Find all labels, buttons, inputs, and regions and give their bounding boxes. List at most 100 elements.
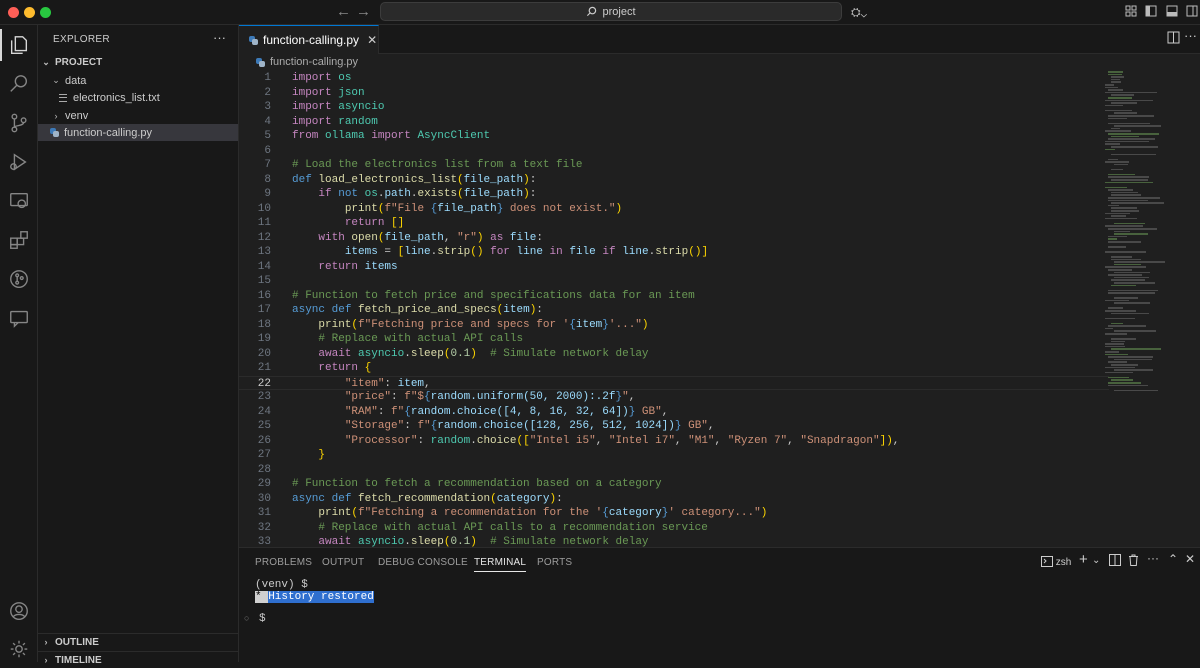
code-line[interactable]: 25 "Storage": f"{random.choice([128, 256…: [239, 419, 1109, 434]
code-line[interactable]: 9 if not os.path.exists(file_path):: [239, 187, 1109, 202]
close-panel-icon[interactable]: ✕: [1185, 552, 1195, 566]
code-line[interactable]: 17 async def fetch_price_and_specs(item):: [239, 303, 1109, 318]
trash-icon[interactable]: [1128, 554, 1139, 569]
file-electronics-list[interactable]: electronics_list.txt: [38, 89, 238, 106]
minimap-line: [1108, 228, 1157, 230]
minimap-line: [1111, 379, 1134, 381]
close-window-button[interactable]: [8, 7, 19, 18]
code-line[interactable]: 29 # Function to fetch a recommendation b…: [239, 477, 1109, 492]
tab-terminal[interactable]: TERMINAL: [474, 557, 527, 572]
code-line[interactable]: 6: [239, 144, 1109, 159]
more-actions-icon[interactable]: ···: [213, 30, 226, 45]
git-graph-icon[interactable]: [7, 267, 31, 291]
code-editor[interactable]: 1 import os 2 import json 3 import asyncio 4 im…: [239, 71, 1109, 547]
search-icon[interactable]: [7, 72, 31, 96]
minimap-line: [1105, 143, 1120, 145]
code-line[interactable]: 18 print(f"Fetching price and specs for …: [239, 318, 1109, 333]
more-actions-icon[interactable]: ···: [1184, 28, 1197, 43]
code-line[interactable]: 19 # Replace with actual API calls: [239, 332, 1109, 347]
tab-debug-console[interactable]: DEBUG CONSOLE: [378, 557, 468, 568]
code-line[interactable]: 12 with open(file_path, "r") as file:: [239, 231, 1109, 246]
code-line[interactable]: 1 import os: [239, 71, 1109, 86]
source-control-icon[interactable]: [7, 111, 31, 135]
toggle-secondary-sidebar-icon[interactable]: [1186, 5, 1198, 20]
code-line[interactable]: 14 return items: [239, 260, 1109, 275]
code-line[interactable]: 26 "Processor": random.choice(["Intel i5…: [239, 434, 1109, 449]
code-line[interactable]: 7 # Load the electronics list from a text…: [239, 158, 1109, 173]
forward-arrow-icon[interactable]: →: [356, 3, 371, 20]
maximize-window-button[interactable]: [40, 7, 51, 18]
remote-explorer-icon[interactable]: [7, 189, 31, 213]
folder-data[interactable]: ⌄ data: [38, 72, 238, 89]
tab-output[interactable]: OUTPUT: [322, 557, 364, 568]
code-line[interactable]: 4 import random: [239, 115, 1109, 130]
code-text: "RAM": f"{random.choice([4, 8, 16, 32, 6…: [344, 405, 669, 418]
minimap-line: [1108, 356, 1153, 358]
timeline-section[interactable]: › TIMELINE: [38, 651, 238, 668]
code-line[interactable]: 5 from ollama import AsyncClient: [239, 129, 1109, 144]
code-line[interactable]: 8 def load_electronics_list(file_path):: [239, 173, 1109, 188]
code-text: await asyncio.sleep(0.1) # Simulate netw…: [318, 347, 649, 360]
copilot-icon[interactable]: ⛭⌄: [851, 5, 867, 20]
code-line[interactable]: 2 import json: [239, 86, 1109, 101]
new-terminal-button[interactable]: +: [1079, 551, 1088, 568]
manage-gear-icon[interactable]: [7, 637, 31, 661]
code-line[interactable]: 3 import asyncio: [239, 100, 1109, 115]
tab-function-calling[interactable]: function-calling.py ✕: [239, 25, 379, 54]
minimap-line: [1114, 358, 1153, 361]
extensions-icon[interactable]: [7, 228, 31, 252]
folder-venv[interactable]: › venv: [38, 107, 238, 124]
code-line[interactable]: 10 print(f"File {file_path} does not exi…: [239, 202, 1109, 217]
terminal-shell-selector[interactable]: zsh: [1041, 556, 1071, 568]
code-line[interactable]: 11 return []: [239, 216, 1109, 231]
maximize-panel-icon[interactable]: ⌃: [1168, 552, 1178, 566]
minimap-line: [1108, 204, 1120, 207]
folder-project[interactable]: ⌄ PROJECT: [38, 54, 238, 71]
file-function-calling[interactable]: function-calling.py: [38, 124, 238, 141]
toggle-primary-sidebar-icon[interactable]: [1145, 5, 1157, 20]
split-editor-icon[interactable]: [1167, 31, 1180, 47]
run-and-debug-icon[interactable]: [7, 150, 31, 174]
code-line[interactable]: 33 await asyncio.sleep(0.1) # Simulate n…: [239, 535, 1109, 547]
tab-problems[interactable]: PROBLEMS: [255, 557, 312, 568]
toggle-panel-icon[interactable]: [1166, 5, 1178, 20]
code-line[interactable]: 15: [239, 274, 1109, 289]
tab-ports[interactable]: PORTS: [537, 557, 572, 568]
code-line[interactable]: 13 items = [line.strip() for line in fil…: [239, 245, 1109, 260]
back-arrow-icon[interactable]: ←: [336, 3, 351, 20]
code-line[interactable]: 28: [239, 463, 1109, 478]
code-line[interactable]: 24 "RAM": f"{random.choice([4, 8, 16, 32…: [239, 405, 1109, 420]
code-line[interactable]: 23 "price": f"${random.uniform(50, 2000)…: [239, 390, 1109, 405]
terminal-prompt-line[interactable]: ○ $: [244, 613, 266, 625]
code-line[interactable]: 20 await asyncio.sleep(0.1) # Simulate n…: [239, 347, 1109, 362]
minimap-line: [1105, 333, 1127, 335]
code-line[interactable]: 21 return {: [239, 361, 1109, 376]
code-line[interactable]: 22 "item": item,: [239, 375, 1109, 390]
minimap-line: [1114, 222, 1146, 225]
code-line[interactable]: 30 async def fetch_recommendation(categor…: [239, 492, 1109, 507]
breadcrumb[interactable]: function-calling.py: [256, 56, 358, 68]
outline-section[interactable]: › OUTLINE: [38, 633, 238, 650]
folder-label: data: [65, 74, 87, 87]
customize-layout-icon[interactable]: [1125, 5, 1137, 20]
code-line[interactable]: 27 }: [239, 448, 1109, 463]
code-line[interactable]: 16 # Function to fetch price and specific…: [239, 289, 1109, 304]
code-line[interactable]: 31 print(f"Fetching a recommendation for…: [239, 506, 1109, 521]
accounts-icon[interactable]: [7, 599, 31, 623]
split-terminal-icon[interactable]: [1109, 554, 1121, 569]
minimap-line: [1105, 161, 1129, 163]
minimap-line: [1108, 307, 1124, 309]
terminal-line: (venv) $: [255, 579, 308, 591]
chat-icon[interactable]: [7, 306, 31, 330]
more-actions-icon[interactable]: ···: [1147, 551, 1159, 565]
close-icon[interactable]: ✕: [367, 33, 377, 47]
minimap-line: [1111, 340, 1126, 343]
command-center-search[interactable]: project: [380, 2, 842, 21]
minimize-window-button[interactable]: [24, 7, 35, 18]
chevron-down-icon[interactable]: ⌄: [1092, 555, 1100, 566]
minimap[interactable]: [1105, 71, 1195, 401]
folder-label: PROJECT: [55, 57, 103, 68]
explorer-icon[interactable]: [0, 29, 31, 61]
line-number: 8: [264, 173, 271, 186]
code-line[interactable]: 32 # Replace with actual API calls to a …: [239, 521, 1109, 536]
